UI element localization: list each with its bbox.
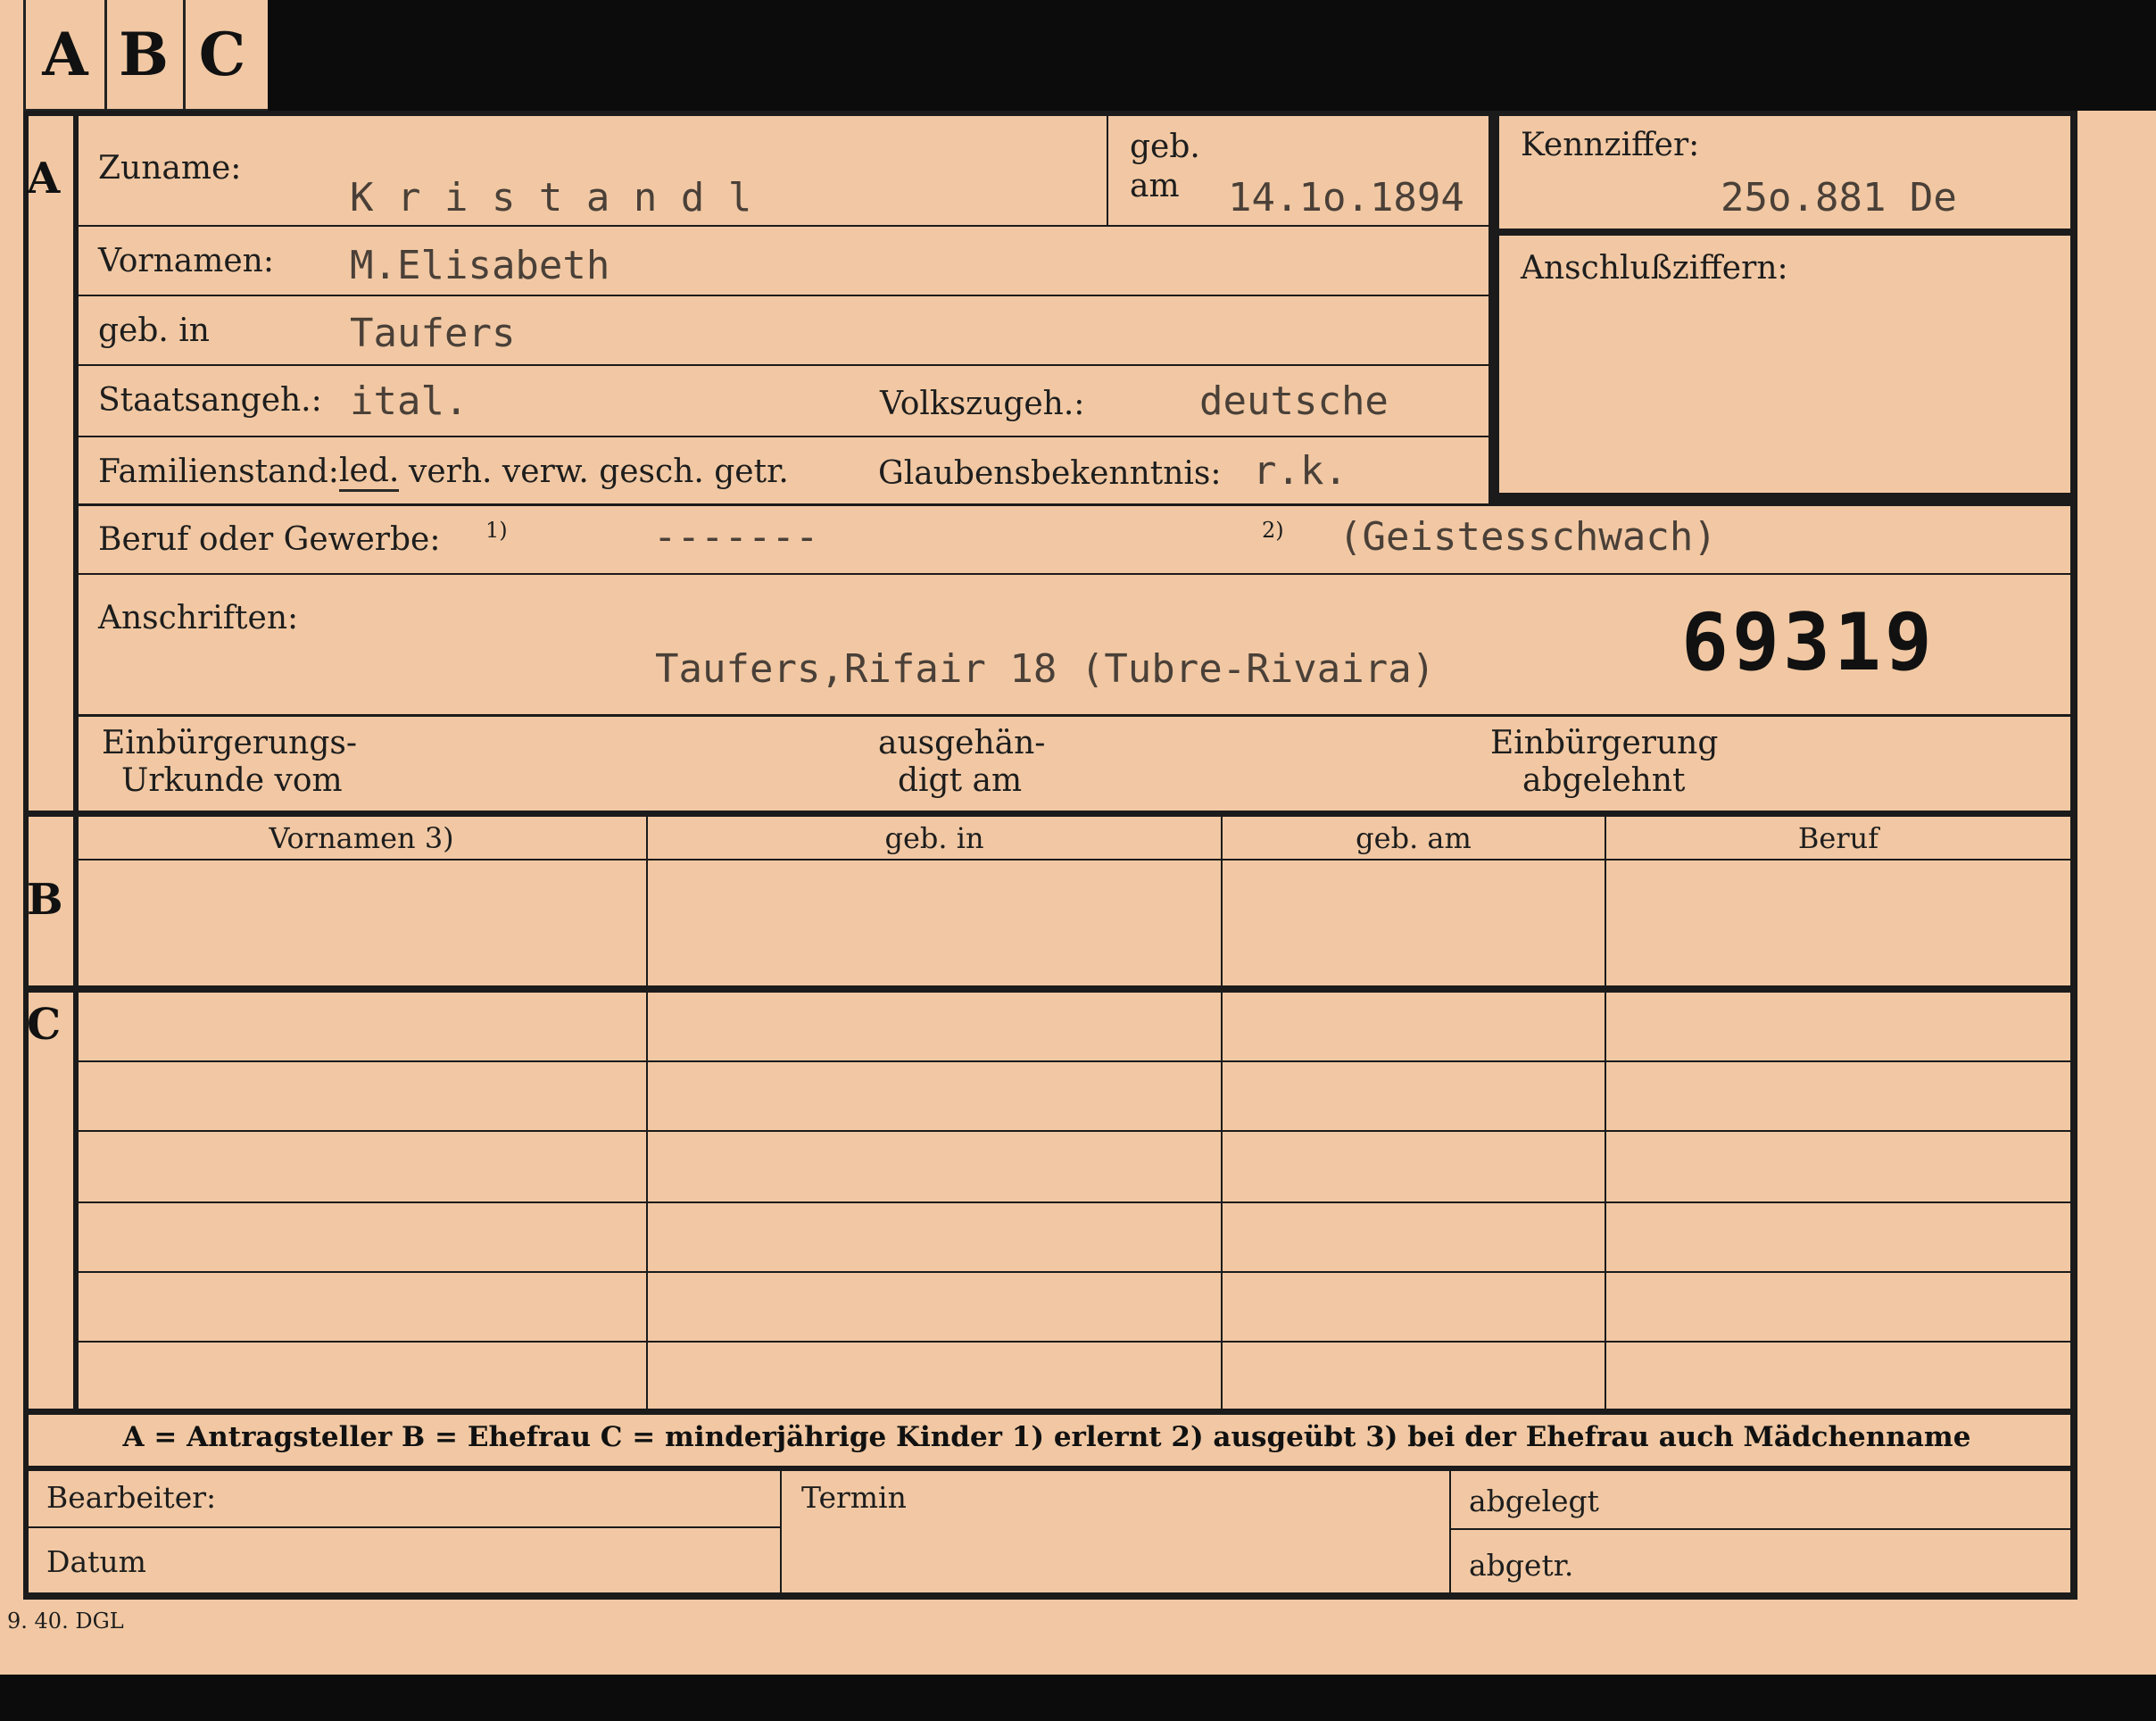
beruf-label: Beruf oder Gewerbe: [98, 521, 441, 558]
section-letter-a: A [27, 154, 61, 204]
staat-value: ital. [350, 378, 469, 424]
table-header-geb-am: geb. am [1356, 821, 1472, 855]
row-line [77, 573, 2074, 575]
section-c-top [23, 985, 2077, 993]
frame-bottom [23, 1592, 2077, 1600]
glauben-value: r.k. [1253, 448, 1348, 494]
abgetr-label: abgetr. [1469, 1548, 1574, 1583]
frame-right [2070, 111, 2077, 1596]
einb-urkunde-line2: Urkunde vom [121, 762, 343, 799]
row-line [1451, 1528, 2072, 1530]
ausgehaendigt-line1: ausgehän- [878, 725, 1046, 761]
col-line [780, 1469, 782, 1592]
frame-top [25, 111, 2077, 116]
beruf-note-1: 1) [485, 518, 508, 543]
volks-label: Volkszugeh.: [880, 386, 1085, 422]
kennziffer-box-bottom [1499, 493, 2072, 503]
geb-in-value: Taufers [350, 311, 516, 356]
row-line [77, 364, 1492, 366]
col-line [1605, 816, 1606, 1409]
section-c-bottom [23, 1409, 2077, 1415]
zuname-label: Zuname: [98, 150, 242, 187]
datum-label: Datum [46, 1544, 146, 1579]
geb-in-label: geb. in [98, 312, 210, 349]
anschriften-label: Anschriften: [98, 600, 299, 636]
col-line [1107, 116, 1108, 225]
table-row [77, 1341, 2074, 1343]
geb-label-line2: am [1130, 168, 1180, 204]
table-row [77, 1201, 2074, 1203]
registration-card: A B C A B C Zuname: K r i s t a n d l ge… [0, 0, 2156, 1675]
table-row [77, 1130, 2074, 1132]
staat-label: Staatsangeh.: [98, 382, 322, 419]
termin-label: Termin [801, 1480, 907, 1515]
anschriften-value: Taufers,Rifair 18 (Tubre-Rivaira) [655, 646, 1436, 692]
tab-c[interactable]: C [183, 0, 261, 109]
row-line [77, 714, 2074, 717]
einb-urkunde-line1: Einbürgerungs- [102, 725, 358, 761]
row-line [77, 503, 2074, 506]
kennziffer-box-divider [1499, 229, 2072, 236]
legend-bottom [23, 1466, 2077, 1471]
tab-a[interactable]: A [26, 0, 107, 109]
frame-left [23, 111, 29, 1594]
beruf-value-2: (Geistesschwach) [1339, 514, 1717, 560]
table-row [77, 1271, 2074, 1273]
col-line [646, 816, 648, 1409]
glauben-label: Glaubensbekenntnis: [878, 455, 1222, 492]
bearbeiter-label: Bearbeiter: [46, 1480, 217, 1515]
einb-abgelehnt-line2: abgelehnt [1522, 762, 1686, 799]
print-code: 9. 40. DGL [7, 1609, 124, 1634]
section-divider [73, 111, 79, 1410]
tab-b[interactable]: B [104, 0, 186, 109]
vornamen-label: Vornamen: [98, 243, 274, 279]
row-line [77, 436, 1492, 437]
kennziffer-box-left [1488, 116, 1499, 505]
row-line [77, 225, 1492, 227]
tab-strip: A B C [23, 0, 273, 112]
table-header-geb-in: geb. in [884, 821, 984, 855]
familienstand-options: verh. verw. gesch. getr. [409, 453, 789, 490]
table-header-line [77, 859, 2074, 860]
row-line [27, 1526, 780, 1528]
ausgehaendigt-line2: digt am [898, 762, 1023, 799]
table-header-beruf: Beruf [1797, 821, 1879, 855]
top-dark-area [268, 0, 2156, 111]
table-header-vornamen: Vornamen 3) [269, 821, 454, 855]
geb-am-value: 14.1o.1894 [1228, 175, 1464, 220]
anschluss-label: Anschlußziffern: [1521, 250, 1788, 287]
row-line [77, 295, 1492, 296]
section-letter-c: C [27, 1000, 62, 1050]
kennziffer-value: 25o.881 De [1721, 175, 1957, 220]
einb-abgelehnt-line1: Einbürgerung [1490, 725, 1719, 761]
familienstand-label: Familienstand: [98, 453, 339, 490]
section-letter-b: B [27, 875, 63, 925]
legend: A = Antragsteller B = Ehefrau C = minder… [122, 1421, 1971, 1453]
beruf-value-1: ------- [653, 514, 819, 560]
kennziffer-label: Kennziffer: [1521, 127, 1700, 163]
abgelegt-label: abgelegt [1469, 1484, 1599, 1518]
volks-value: deutsche [1199, 378, 1389, 424]
vornamen-value: M.Elisabeth [350, 243, 610, 288]
bottom-dark-area [0, 1675, 2156, 1721]
geb-label-line1: geb. [1130, 129, 1200, 165]
familienstand-selected: led. [339, 453, 400, 492]
col-line [1221, 816, 1223, 1409]
stamp-number: 69319 [1681, 596, 1936, 688]
beruf-note-2: 2) [1262, 518, 1284, 543]
col-line [1449, 1469, 1451, 1592]
table-row [77, 1060, 2074, 1062]
zuname-value: K r i s t a n d l [350, 175, 752, 220]
section-b-top [23, 811, 2077, 817]
